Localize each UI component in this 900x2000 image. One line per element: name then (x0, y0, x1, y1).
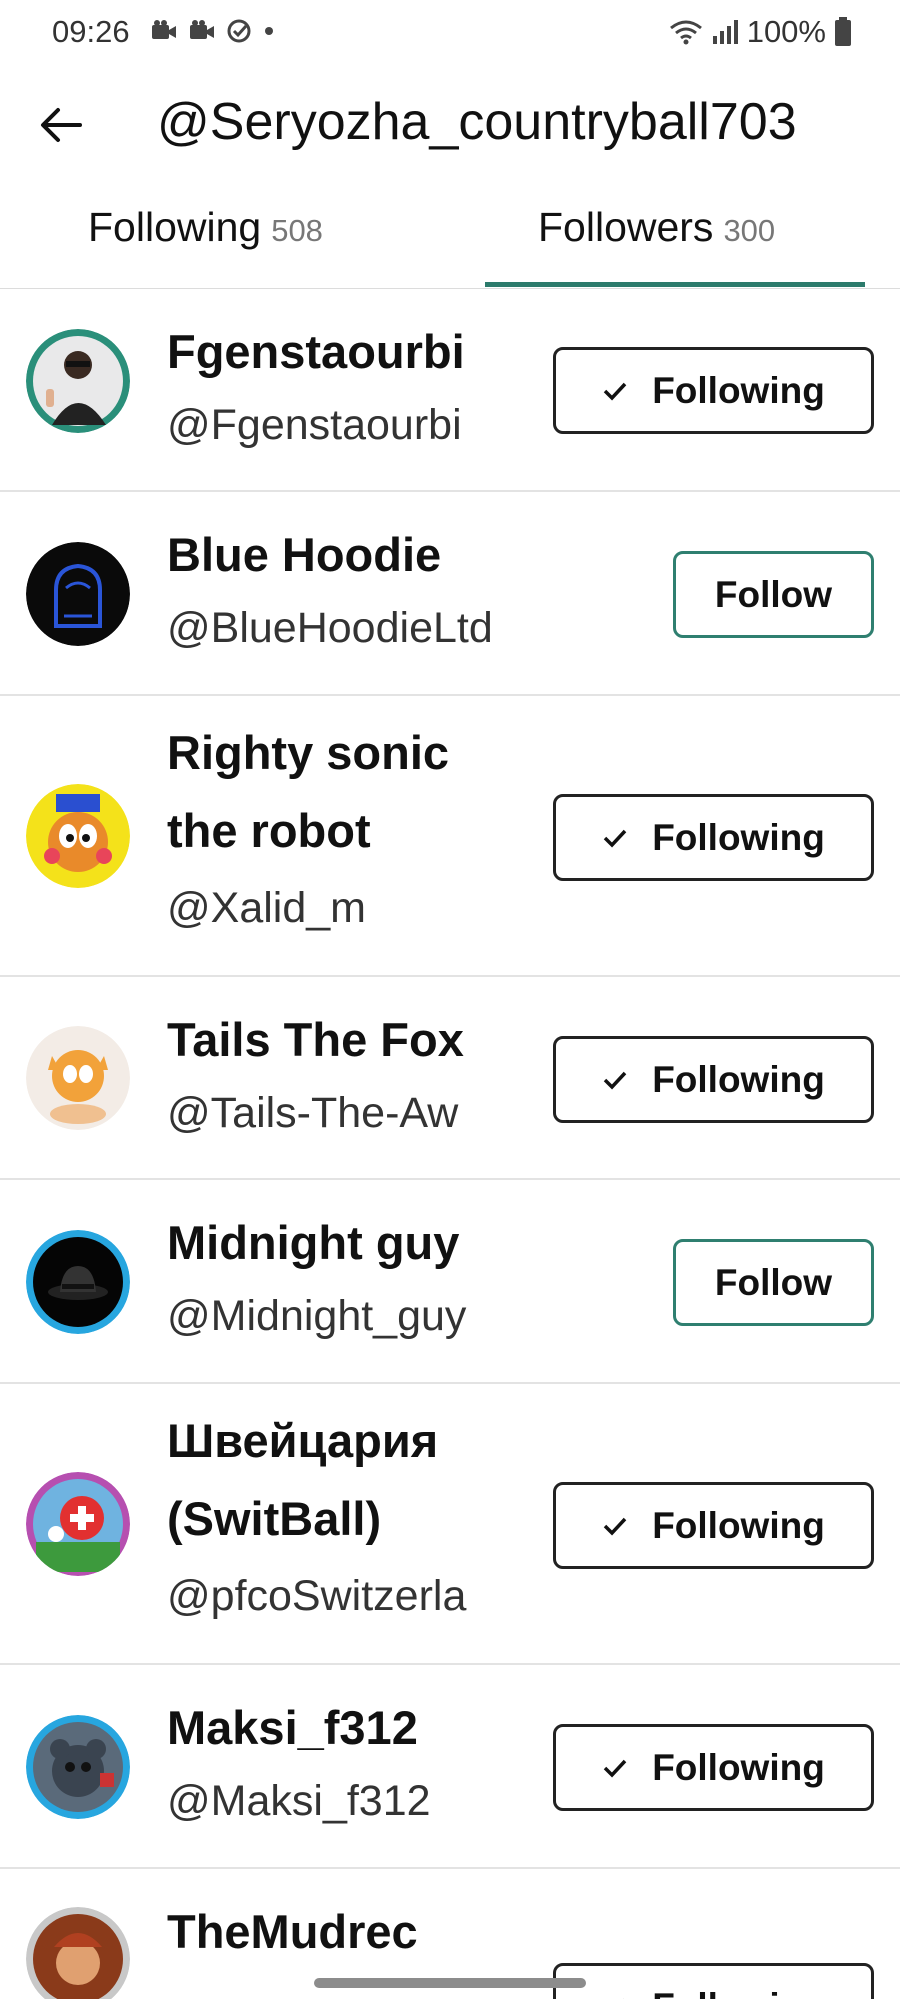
avatar[interactable] (26, 1472, 130, 1576)
following-button[interactable]: Following (553, 794, 874, 881)
list-item[interactable]: Midnight guy @Midnight_guy Follow (0, 1180, 900, 1384)
user-name: Fgenstaourbi (167, 325, 465, 378)
list-item[interactable]: Швейцария (SwitBall) @pfcoSwitzerla Foll… (0, 1384, 900, 1665)
page-title: @Seryozha_countryball703 (157, 93, 797, 151)
follow-button[interactable]: Follow (673, 551, 874, 638)
following-button[interactable]: Following (553, 1036, 874, 1123)
user-name: Midnight guy (167, 1216, 460, 1269)
battery-percent: 100% (746, 14, 826, 49)
avatar[interactable] (26, 1715, 130, 1819)
tab-label: Followers (538, 204, 714, 250)
user-handle: @Tails-The-Aw (167, 1089, 459, 1137)
tab-followers[interactable]: Followers 300 (538, 204, 775, 284)
list-item[interactable]: Fgenstaourbi @Fgenstaourbi Following (0, 289, 900, 492)
active-tab-indicator (485, 282, 865, 287)
user-name-line: the robot (167, 804, 371, 857)
status-system-icons: 100% (669, 14, 852, 50)
button-label: Follow (714, 1261, 833, 1303)
user-name: TheMudrec (167, 1905, 418, 1958)
user-name: Tails The Fox (167, 1013, 464, 1066)
user-handle: @Maksi_f312 (167, 1777, 431, 1825)
battery-icon (835, 17, 851, 46)
status-notification-icons (150, 18, 276, 44)
avatar[interactable] (26, 1907, 130, 1999)
home-indicator[interactable] (314, 1978, 586, 1988)
tab-following[interactable]: Following 508 (88, 204, 323, 284)
tab-count: 508 (271, 213, 323, 248)
user-handle: @Xalid_m (167, 884, 367, 932)
user-handle: @pfcoSwitzerla (167, 1572, 467, 1620)
tab-bar: Following 508 Followers 300 (0, 184, 900, 289)
user-handle: @BlueHoodieLtd (167, 604, 493, 652)
status-time: 09:26 (52, 14, 130, 49)
user-handle: @Fgenstaourbi (167, 401, 462, 449)
check-icon (603, 382, 627, 401)
user-handle: @Midnight_guy (167, 1292, 467, 1340)
button-label: Following (652, 1746, 825, 1788)
list-item[interactable]: Blue Hoodie @BlueHoodieLtd Follow (0, 492, 900, 696)
tab-count: 300 (723, 213, 776, 248)
avatar[interactable] (26, 1026, 130, 1130)
user-name: Blue Hoodie (167, 528, 442, 581)
following-button[interactable]: Following (553, 1482, 874, 1569)
followers-list: Fgenstaourbi @Fgenstaourbi Following Blu… (0, 289, 900, 1999)
check-icon (623, 1998, 625, 1999)
check-icon (603, 1071, 627, 1090)
list-item[interactable]: Maksi_f312 @Maksi_f312 Following (0, 1665, 900, 1869)
avatar[interactable] (26, 542, 130, 646)
user-name: Maksi_f312 (167, 1701, 418, 1754)
status-bar: 09:26 100% (0, 0, 900, 64)
button-label: Following (652, 816, 825, 858)
button-label: Following (652, 369, 825, 411)
signal-icon (712, 20, 738, 44)
video-camera-icon (152, 20, 176, 39)
button-label: Following (652, 1504, 825, 1546)
wifi-icon (669, 20, 702, 45)
button-label: Following (652, 1058, 825, 1100)
button-label: Follow (714, 573, 833, 615)
following-button[interactable]: Following (553, 1963, 874, 1999)
button-label: Following (652, 1986, 825, 2000)
following-button[interactable]: Following (553, 347, 874, 434)
list-item[interactable]: Tails The Fox @Tails-The-Aw Following (0, 977, 900, 1180)
following-button[interactable]: Following (553, 1724, 874, 1811)
follow-button[interactable]: Follow (673, 1239, 874, 1326)
check-icon (603, 1517, 627, 1536)
list-item[interactable]: Righty sonic the robot @Xalid_m Followin… (0, 696, 900, 977)
video-camera-icon (190, 20, 214, 39)
check-icon (603, 829, 627, 848)
user-name-line: Швейцария (167, 1414, 439, 1467)
arrow-left-icon[interactable] (36, 100, 86, 150)
check-icon (603, 1759, 627, 1778)
app-header: @Seryozha_countryball703 (0, 64, 900, 184)
user-name-line: (SwitBall) (167, 1492, 382, 1545)
avatar[interactable] (26, 1230, 130, 1334)
tab-label: Following (88, 204, 262, 250)
avatar[interactable] (26, 784, 130, 888)
user-name-line: Righty sonic (167, 726, 450, 779)
avatar[interactable] (26, 329, 130, 433)
dot-icon (265, 27, 273, 35)
check-circle-icon (227, 19, 251, 43)
